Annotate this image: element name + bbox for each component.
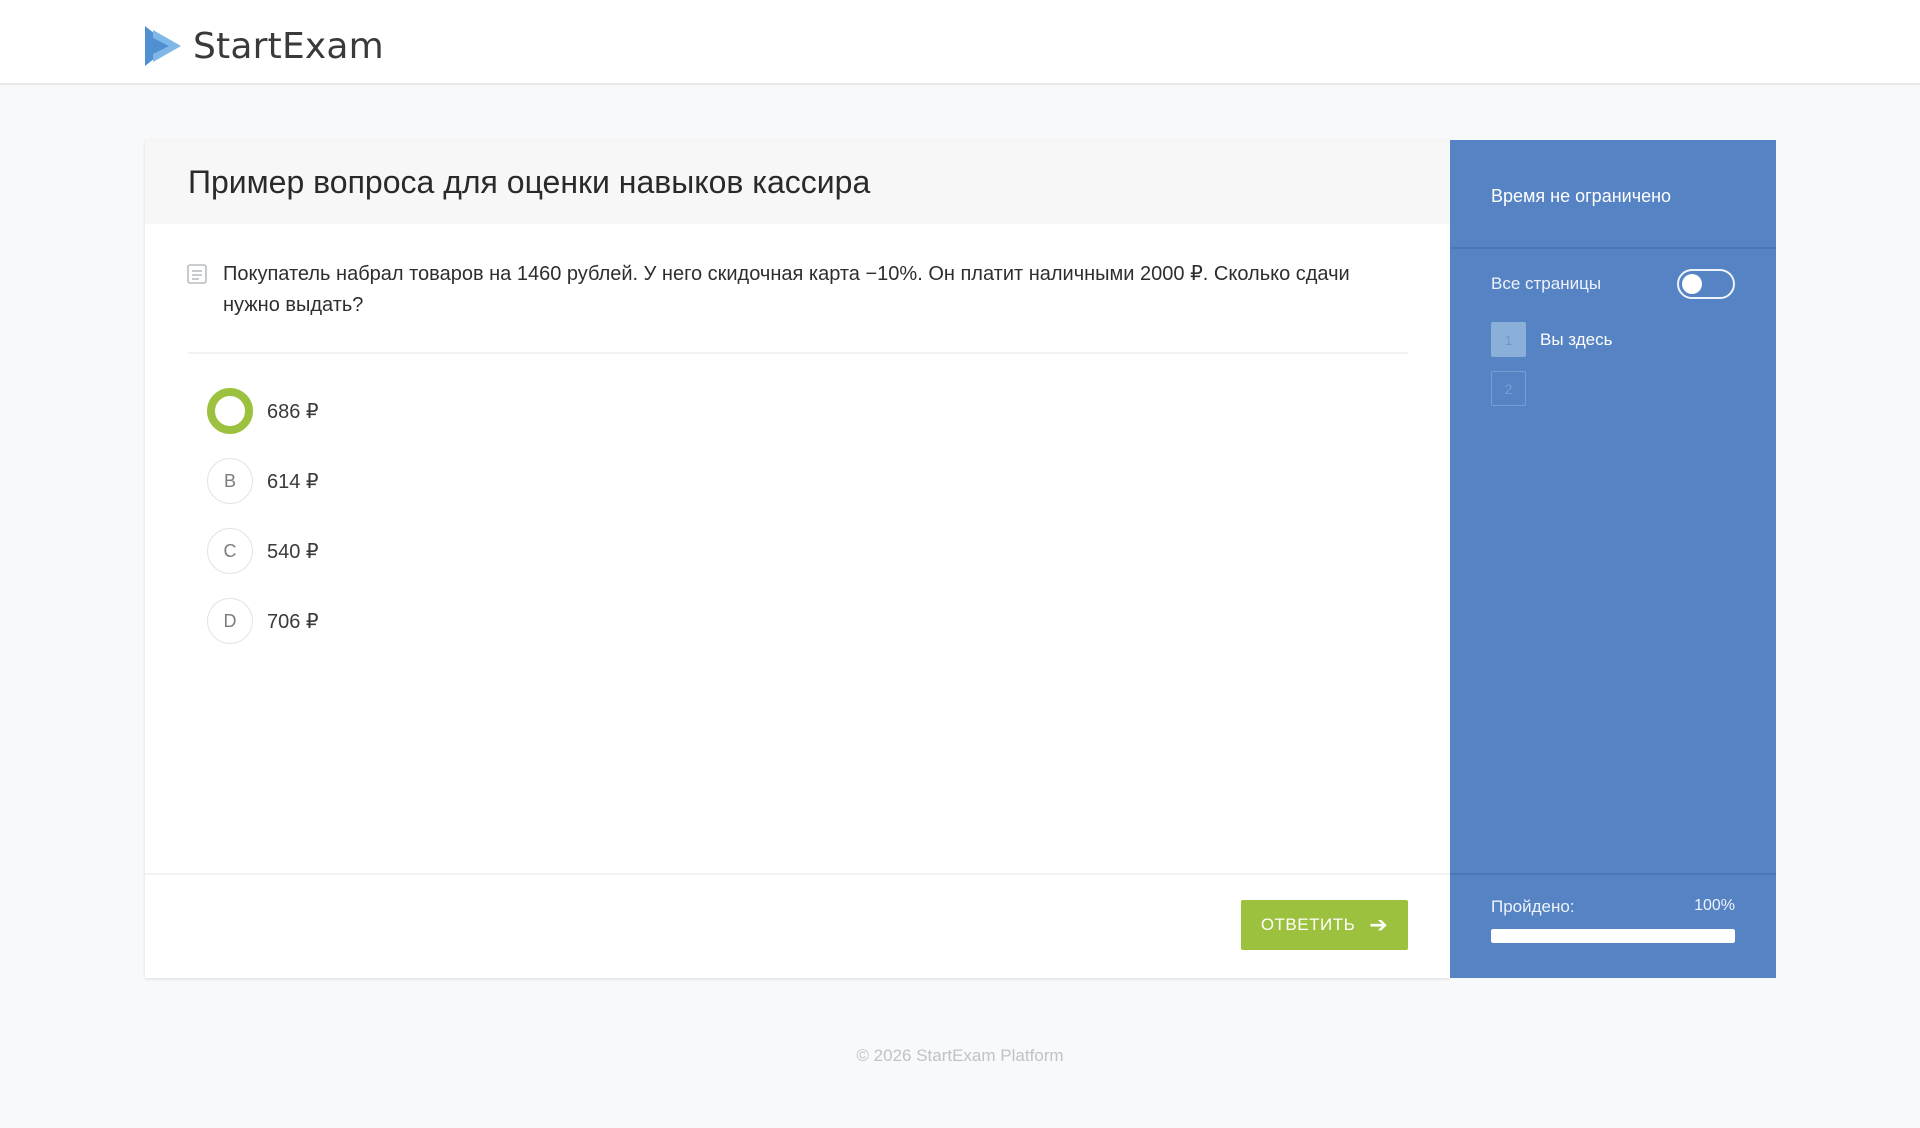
startexam-logo-icon — [143, 24, 183, 68]
top-bar: StartExam — [0, 0, 1920, 85]
option-label: 540 ₽ — [267, 540, 319, 563]
logo-text: StartExam — [193, 25, 384, 67]
answer-button[interactable]: ОТВЕТИТЬ ➔ — [1241, 900, 1408, 950]
all-pages-toggle[interactable] — [1677, 269, 1735, 299]
option-label: 686 ₽ — [267, 400, 319, 423]
answer-button-label: ОТВЕТИТЬ — [1260, 915, 1356, 934]
option-letter-badge[interactable]: D — [207, 598, 253, 644]
question-card: Пример вопроса для оценки навыков кассир… — [145, 140, 1450, 978]
footer-copyright: © 2026 StartExam Platform — [856, 1046, 1064, 1065]
page-title: Пример вопроса для оценки навыков кассир… — [188, 164, 871, 200]
option-label: 614 ₽ — [267, 470, 319, 493]
radio-selected-icon[interactable] — [207, 388, 253, 434]
progress-value: 100% — [1694, 897, 1735, 914]
answer-option-d[interactable]: D 706 ₽ — [207, 598, 319, 644]
option-letter-badge[interactable]: B — [207, 458, 253, 504]
toggle-knob — [1682, 274, 1702, 294]
divider — [188, 352, 1408, 354]
divider — [1450, 873, 1776, 875]
document-icon — [187, 264, 207, 289]
progress-label: Пройдено: — [1491, 897, 1575, 916]
sidebar: Время не ограничено Все страницы 1 Вы зд… — [1450, 140, 1776, 978]
page-2-button[interactable]: 2 — [1491, 371, 1526, 406]
option-letter-badge[interactable]: C — [207, 528, 253, 574]
time-limit-text: Время не ограничено — [1491, 186, 1672, 206]
answer-option-a[interactable]: 686 ₽ — [207, 388, 319, 434]
page-1-button[interactable]: 1 — [1491, 322, 1526, 357]
progress-bar-fill — [1491, 929, 1735, 943]
answer-option-c[interactable]: C 540 ₽ — [207, 528, 319, 574]
divider — [1450, 247, 1776, 249]
answer-option-b[interactable]: B 614 ₽ — [207, 458, 319, 504]
question-text: Покупатель набрал товаров на 1460 рублей… — [223, 263, 1350, 316]
logo[interactable]: StartExam — [143, 24, 384, 68]
current-page-note: Вы здесь — [1540, 330, 1613, 349]
arrow-right-icon: ➔ — [1369, 912, 1389, 937]
option-label: 706 ₽ — [267, 610, 319, 633]
all-pages-label: Все страницы — [1491, 274, 1602, 293]
progress-bar — [1491, 929, 1735, 943]
divider — [145, 873, 1450, 875]
card-header: Пример вопроса для оценки навыков кассир… — [145, 140, 1450, 224]
